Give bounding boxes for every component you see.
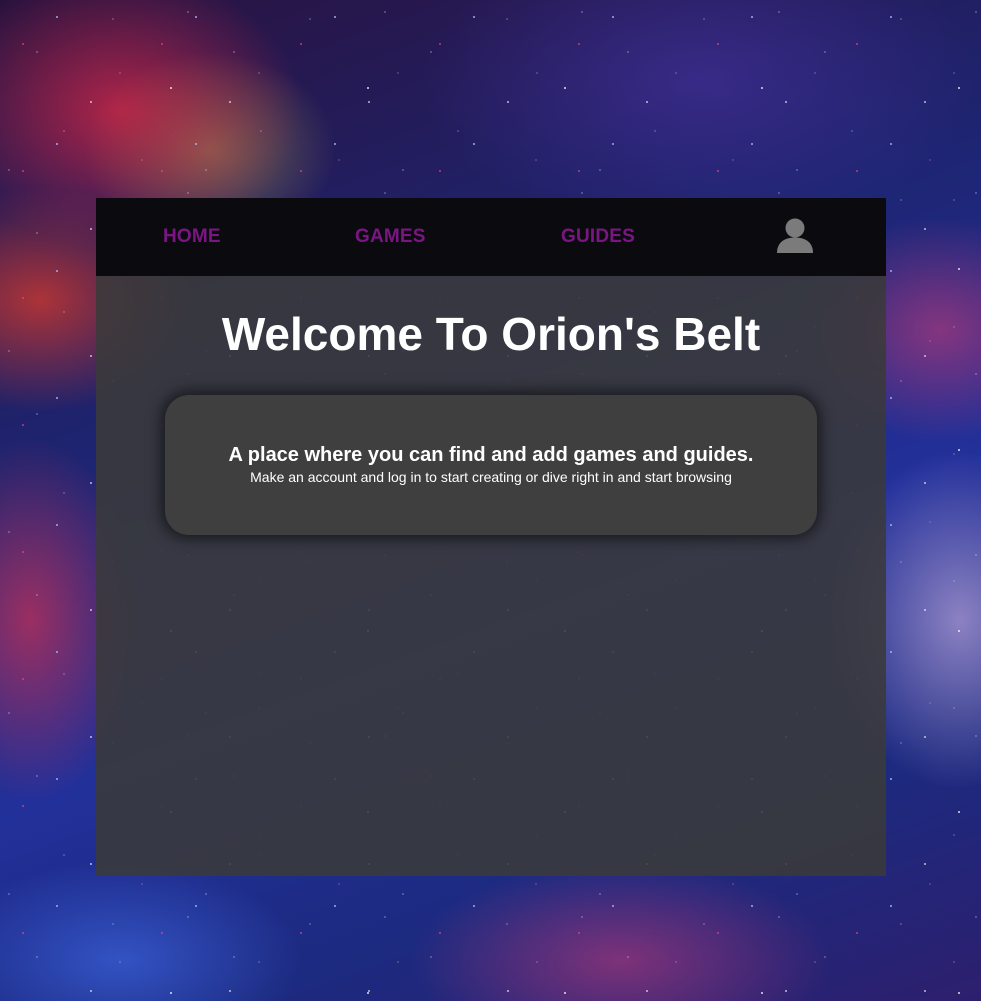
navbar: HOME GAMES GUIDES bbox=[96, 198, 886, 276]
nav-games-link[interactable]: GAMES bbox=[355, 226, 426, 248]
nav-guides-link[interactable]: GUIDES bbox=[561, 226, 635, 248]
page-title: Welcome To Orion's Belt bbox=[221, 308, 761, 360]
intro-headline: A place where you can find and add games… bbox=[228, 444, 754, 466]
intro-subtext: Make an account and log in to start crea… bbox=[250, 469, 732, 485]
nav-home-link[interactable]: HOME bbox=[163, 226, 221, 248]
intro-card: A place where you can find and add games… bbox=[165, 395, 817, 535]
user-profile-icon[interactable] bbox=[776, 218, 814, 254]
main-panel: HOME GAMES GUIDES Welcome To Orion's Bel… bbox=[96, 198, 886, 876]
